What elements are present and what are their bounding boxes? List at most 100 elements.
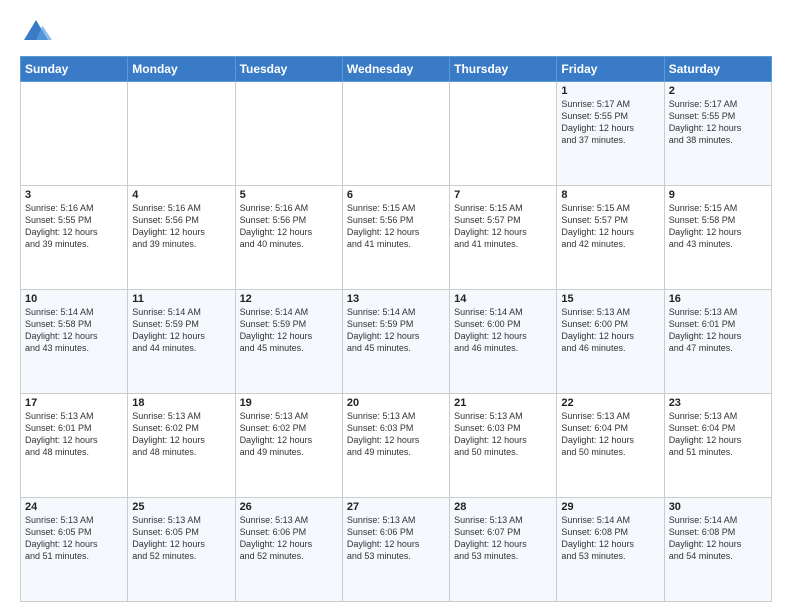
day-number: 23 <box>669 397 767 409</box>
day-of-week-header: Monday <box>128 57 235 82</box>
calendar-cell: 7Sunrise: 5:15 AM Sunset: 5:57 PM Daylig… <box>450 186 557 290</box>
day-info: Sunrise: 5:13 AM Sunset: 6:03 PM Dayligh… <box>347 410 445 459</box>
day-number: 7 <box>454 189 552 201</box>
calendar-cell: 11Sunrise: 5:14 AM Sunset: 5:59 PM Dayli… <box>128 290 235 394</box>
day-number: 24 <box>25 501 123 513</box>
day-info: Sunrise: 5:16 AM Sunset: 5:55 PM Dayligh… <box>25 202 123 251</box>
calendar-week-row: 3Sunrise: 5:16 AM Sunset: 5:55 PM Daylig… <box>21 186 772 290</box>
calendar-cell: 20Sunrise: 5:13 AM Sunset: 6:03 PM Dayli… <box>342 394 449 498</box>
day-number: 8 <box>561 189 659 201</box>
day-number: 26 <box>240 501 338 513</box>
calendar-cell: 14Sunrise: 5:14 AM Sunset: 6:00 PM Dayli… <box>450 290 557 394</box>
calendar-cell: 2Sunrise: 5:17 AM Sunset: 5:55 PM Daylig… <box>664 82 771 186</box>
day-info: Sunrise: 5:13 AM Sunset: 6:03 PM Dayligh… <box>454 410 552 459</box>
calendar-week-row: 17Sunrise: 5:13 AM Sunset: 6:01 PM Dayli… <box>21 394 772 498</box>
day-info: Sunrise: 5:13 AM Sunset: 6:06 PM Dayligh… <box>347 514 445 563</box>
calendar-cell: 18Sunrise: 5:13 AM Sunset: 6:02 PM Dayli… <box>128 394 235 498</box>
day-info: Sunrise: 5:15 AM Sunset: 5:57 PM Dayligh… <box>561 202 659 251</box>
day-number: 14 <box>454 293 552 305</box>
calendar-cell: 3Sunrise: 5:16 AM Sunset: 5:55 PM Daylig… <box>21 186 128 290</box>
day-info: Sunrise: 5:15 AM Sunset: 5:58 PM Dayligh… <box>669 202 767 251</box>
day-info: Sunrise: 5:13 AM Sunset: 6:07 PM Dayligh… <box>454 514 552 563</box>
calendar-cell: 30Sunrise: 5:14 AM Sunset: 6:08 PM Dayli… <box>664 498 771 602</box>
calendar-cell <box>128 82 235 186</box>
calendar-header: SundayMondayTuesdayWednesdayThursdayFrid… <box>21 57 772 82</box>
day-info: Sunrise: 5:15 AM Sunset: 5:56 PM Dayligh… <box>347 202 445 251</box>
day-info: Sunrise: 5:13 AM Sunset: 6:02 PM Dayligh… <box>132 410 230 459</box>
calendar-body: 1Sunrise: 5:17 AM Sunset: 5:55 PM Daylig… <box>21 82 772 602</box>
calendar-cell: 28Sunrise: 5:13 AM Sunset: 6:07 PM Dayli… <box>450 498 557 602</box>
day-info: Sunrise: 5:13 AM Sunset: 6:00 PM Dayligh… <box>561 306 659 355</box>
day-info: Sunrise: 5:17 AM Sunset: 5:55 PM Dayligh… <box>561 98 659 147</box>
day-number: 17 <box>25 397 123 409</box>
day-number: 22 <box>561 397 659 409</box>
day-info: Sunrise: 5:14 AM Sunset: 6:08 PM Dayligh… <box>669 514 767 563</box>
day-of-week-header: Wednesday <box>342 57 449 82</box>
header <box>20 16 772 48</box>
day-info: Sunrise: 5:13 AM Sunset: 6:04 PM Dayligh… <box>669 410 767 459</box>
calendar-table: SundayMondayTuesdayWednesdayThursdayFrid… <box>20 56 772 602</box>
page: SundayMondayTuesdayWednesdayThursdayFrid… <box>0 0 792 612</box>
day-info: Sunrise: 5:15 AM Sunset: 5:57 PM Dayligh… <box>454 202 552 251</box>
day-number: 16 <box>669 293 767 305</box>
day-number: 12 <box>240 293 338 305</box>
day-info: Sunrise: 5:13 AM Sunset: 6:04 PM Dayligh… <box>561 410 659 459</box>
calendar-cell: 5Sunrise: 5:16 AM Sunset: 5:56 PM Daylig… <box>235 186 342 290</box>
calendar-cell: 16Sunrise: 5:13 AM Sunset: 6:01 PM Dayli… <box>664 290 771 394</box>
day-info: Sunrise: 5:13 AM Sunset: 6:01 PM Dayligh… <box>25 410 123 459</box>
day-info: Sunrise: 5:14 AM Sunset: 5:58 PM Dayligh… <box>25 306 123 355</box>
calendar-cell <box>450 82 557 186</box>
day-info: Sunrise: 5:13 AM Sunset: 6:02 PM Dayligh… <box>240 410 338 459</box>
day-number: 18 <box>132 397 230 409</box>
day-number: 21 <box>454 397 552 409</box>
logo <box>20 16 56 48</box>
day-info: Sunrise: 5:14 AM Sunset: 6:00 PM Dayligh… <box>454 306 552 355</box>
day-of-week-header: Saturday <box>664 57 771 82</box>
calendar-cell: 8Sunrise: 5:15 AM Sunset: 5:57 PM Daylig… <box>557 186 664 290</box>
calendar-cell: 24Sunrise: 5:13 AM Sunset: 6:05 PM Dayli… <box>21 498 128 602</box>
day-number: 6 <box>347 189 445 201</box>
calendar-cell: 13Sunrise: 5:14 AM Sunset: 5:59 PM Dayli… <box>342 290 449 394</box>
calendar-cell <box>342 82 449 186</box>
calendar-cell: 10Sunrise: 5:14 AM Sunset: 5:58 PM Dayli… <box>21 290 128 394</box>
day-info: Sunrise: 5:13 AM Sunset: 6:05 PM Dayligh… <box>132 514 230 563</box>
calendar-cell: 26Sunrise: 5:13 AM Sunset: 6:06 PM Dayli… <box>235 498 342 602</box>
calendar-cell: 22Sunrise: 5:13 AM Sunset: 6:04 PM Dayli… <box>557 394 664 498</box>
day-of-week-header: Thursday <box>450 57 557 82</box>
calendar-cell <box>235 82 342 186</box>
calendar-cell: 19Sunrise: 5:13 AM Sunset: 6:02 PM Dayli… <box>235 394 342 498</box>
calendar-cell: 17Sunrise: 5:13 AM Sunset: 6:01 PM Dayli… <box>21 394 128 498</box>
header-row: SundayMondayTuesdayWednesdayThursdayFrid… <box>21 57 772 82</box>
day-number: 4 <box>132 189 230 201</box>
day-number: 10 <box>25 293 123 305</box>
logo-icon <box>20 16 52 48</box>
calendar-cell: 21Sunrise: 5:13 AM Sunset: 6:03 PM Dayli… <box>450 394 557 498</box>
calendar-cell: 15Sunrise: 5:13 AM Sunset: 6:00 PM Dayli… <box>557 290 664 394</box>
day-info: Sunrise: 5:14 AM Sunset: 5:59 PM Dayligh… <box>132 306 230 355</box>
calendar-cell: 6Sunrise: 5:15 AM Sunset: 5:56 PM Daylig… <box>342 186 449 290</box>
day-number: 28 <box>454 501 552 513</box>
day-number: 15 <box>561 293 659 305</box>
day-number: 25 <box>132 501 230 513</box>
calendar-cell: 25Sunrise: 5:13 AM Sunset: 6:05 PM Dayli… <box>128 498 235 602</box>
day-number: 27 <box>347 501 445 513</box>
day-number: 1 <box>561 85 659 97</box>
day-number: 5 <box>240 189 338 201</box>
day-number: 13 <box>347 293 445 305</box>
day-of-week-header: Friday <box>557 57 664 82</box>
calendar-cell: 27Sunrise: 5:13 AM Sunset: 6:06 PM Dayli… <box>342 498 449 602</box>
day-number: 30 <box>669 501 767 513</box>
day-of-week-header: Tuesday <box>235 57 342 82</box>
day-info: Sunrise: 5:13 AM Sunset: 6:05 PM Dayligh… <box>25 514 123 563</box>
calendar-cell: 9Sunrise: 5:15 AM Sunset: 5:58 PM Daylig… <box>664 186 771 290</box>
day-info: Sunrise: 5:17 AM Sunset: 5:55 PM Dayligh… <box>669 98 767 147</box>
calendar-cell: 12Sunrise: 5:14 AM Sunset: 5:59 PM Dayli… <box>235 290 342 394</box>
calendar-cell: 23Sunrise: 5:13 AM Sunset: 6:04 PM Dayli… <box>664 394 771 498</box>
calendar-cell: 29Sunrise: 5:14 AM Sunset: 6:08 PM Dayli… <box>557 498 664 602</box>
day-number: 11 <box>132 293 230 305</box>
day-of-week-header: Sunday <box>21 57 128 82</box>
calendar-cell: 1Sunrise: 5:17 AM Sunset: 5:55 PM Daylig… <box>557 82 664 186</box>
day-info: Sunrise: 5:13 AM Sunset: 6:01 PM Dayligh… <box>669 306 767 355</box>
day-info: Sunrise: 5:14 AM Sunset: 5:59 PM Dayligh… <box>347 306 445 355</box>
day-number: 19 <box>240 397 338 409</box>
